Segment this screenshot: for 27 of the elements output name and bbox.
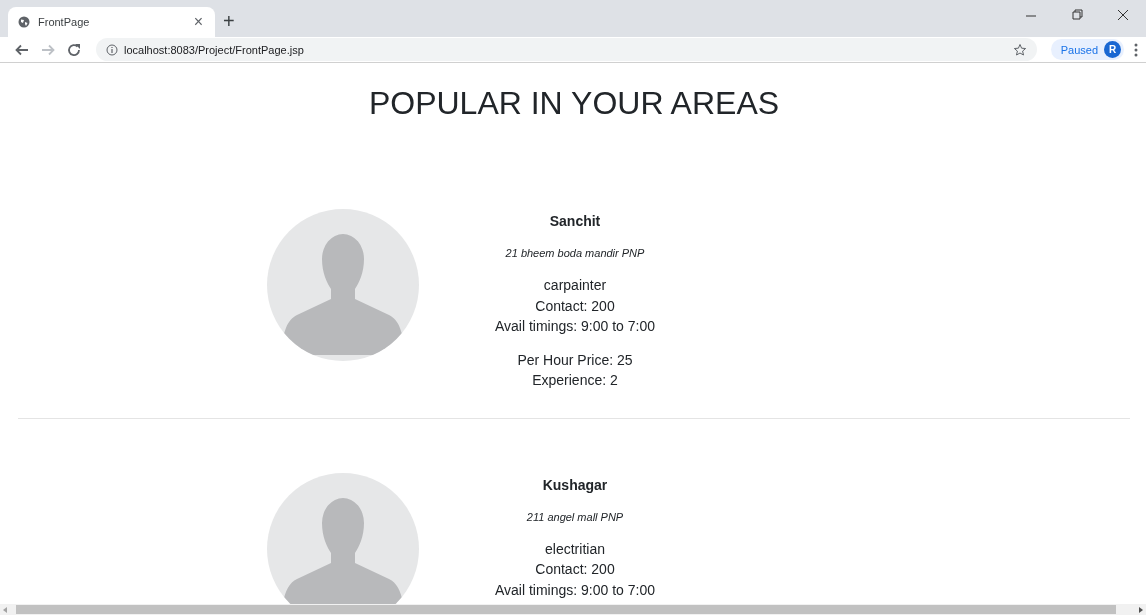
person-name: Kushagar [542,476,608,493]
person-name: Sanchit [549,213,601,229]
detail-text: carpainter [543,276,607,295]
person-address: 21 bheem boda mandir PNP [505,247,645,259]
detail-text: Per Hour Price: 25 [517,350,633,370]
horizontal-scrollbar[interactable] [0,604,1146,615]
star-icon[interactable] [1012,42,1027,57]
avatar-initial: R [1104,41,1121,58]
menu-icon[interactable] [1134,42,1138,57]
detail-text: Contact: 200 [535,296,615,316]
detail-text: Avail timings: 9:00 to 7:00 [494,317,656,336]
page-heading: POPULAR IN YOUR AREAS [367,85,781,122]
reload-icon[interactable] [66,41,82,58]
detail-text: Avail timings: 9:00 to 7:00 [494,580,656,600]
person-address: 211 angel mall PNP [526,510,624,523]
info-icon [106,43,118,56]
browser-tab[interactable]: FrontPage × [8,7,215,37]
tab-title: FrontPage [38,16,91,28]
tab-close-button[interactable]: × [191,13,205,31]
globe-icon [18,16,30,28]
detail-text: electritian [545,539,605,559]
detail-text: Experience: 2 [532,371,618,390]
profile-button[interactable]: Paused R [1050,39,1124,60]
detail-text: Contact: 200 [535,560,615,579]
address-bar[interactable]: localhost:8083/Project/FrontPage.jsp [96,38,1037,61]
new-tab-button[interactable]: + [223,10,235,33]
url-text: localhost:8083/Project/FrontPage.jsp [124,43,304,56]
